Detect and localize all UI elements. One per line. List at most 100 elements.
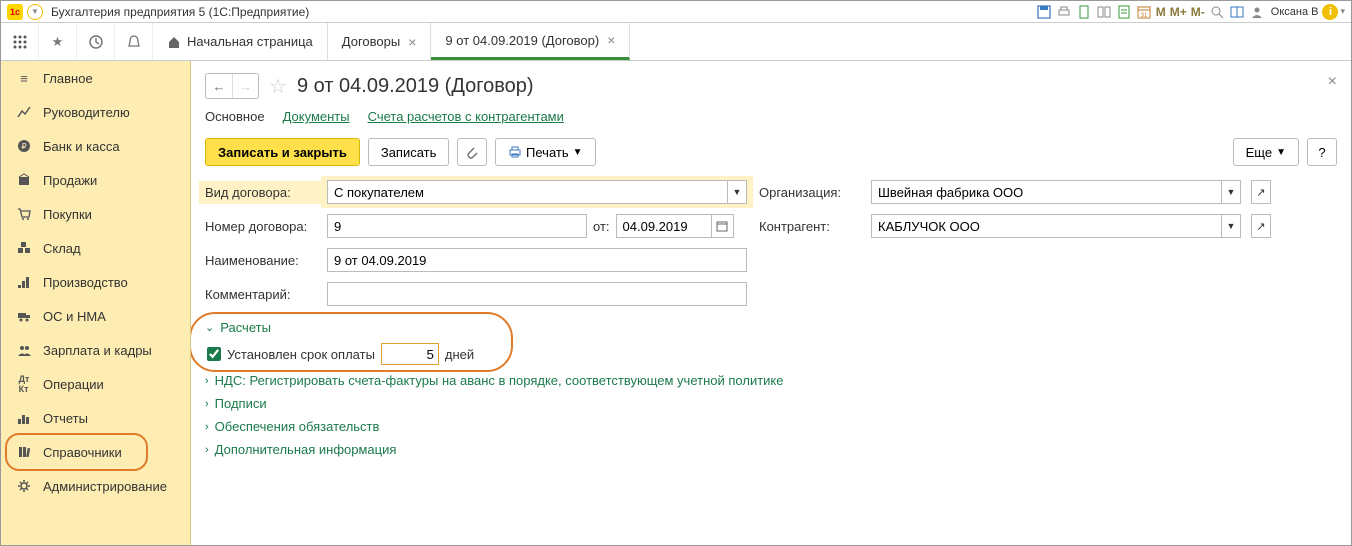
- organization-label: Организация:: [759, 185, 859, 200]
- contract-type-input[interactable]: [327, 180, 727, 204]
- sidebar-item-hr[interactable]: Зарплата и кадры: [1, 333, 190, 367]
- tab-contracts-label: Договоры: [342, 34, 400, 49]
- zoom-icon[interactable]: [1208, 4, 1226, 20]
- subnav: Основное Документы Счета расчетов с конт…: [205, 109, 1337, 124]
- attach-button[interactable]: [457, 138, 487, 166]
- contract-type-select[interactable]: ▼: [327, 180, 747, 204]
- section-signatures-header[interactable]: ›Подписи: [205, 396, 1337, 411]
- toolbar-print-icon[interactable]: [1055, 4, 1073, 20]
- save-button[interactable]: Записать: [368, 138, 450, 166]
- sidebar-item-main[interactable]: ≡Главное: [1, 61, 190, 95]
- subnav-accounts[interactable]: Счета расчетов с контрагентами: [368, 109, 564, 124]
- toolbar-save-icon[interactable]: [1035, 4, 1053, 20]
- sidebar-item-manager[interactable]: Руководителю: [1, 95, 190, 129]
- info-icon[interactable]: i: [1322, 4, 1338, 20]
- memory-mminus-button[interactable]: M-: [1189, 5, 1207, 19]
- comment-input[interactable]: [327, 282, 747, 306]
- section-addinfo-header[interactable]: ›Дополнительная информация: [205, 442, 1337, 457]
- navigation-sidebar: ≡Главное Руководителю ₽Банк и касса Прод…: [1, 61, 191, 545]
- chevron-down-icon[interactable]: ▼: [727, 180, 747, 204]
- days-suffix: дней: [445, 347, 474, 362]
- subnav-documents[interactable]: Документы: [283, 109, 350, 124]
- notifications-icon[interactable]: [115, 23, 153, 60]
- chevron-right-icon: ›: [205, 444, 209, 456]
- organization-select[interactable]: ▼: [871, 180, 1241, 204]
- history-icon[interactable]: [77, 23, 115, 60]
- name-label: Наименование:: [205, 253, 315, 268]
- toolbar-doc-icon[interactable]: [1075, 4, 1093, 20]
- tab-close-icon[interactable]: ×: [607, 32, 615, 48]
- toolbar-compare-icon[interactable]: [1095, 4, 1113, 20]
- chevron-down-icon: ⌄: [205, 321, 214, 334]
- current-user: Оксана В: [1271, 6, 1319, 18]
- sidebar-item-production[interactable]: Производство: [1, 265, 190, 299]
- tab-contracts[interactable]: Договоры ×: [328, 23, 432, 60]
- panel-toggle-icon[interactable]: [1228, 4, 1246, 20]
- chevron-down-icon[interactable]: ▼: [1221, 180, 1241, 204]
- sidebar-item-reports[interactable]: Отчеты: [1, 401, 190, 435]
- sidebar-item-catalogs[interactable]: Справочники: [1, 435, 190, 469]
- section-guarantees-header[interactable]: ›Обеспечения обязательств: [205, 419, 1337, 434]
- sidebar-item-purchases[interactable]: Покупки: [1, 197, 190, 231]
- memory-mplus-button[interactable]: M+: [1168, 5, 1189, 19]
- organization-input[interactable]: [871, 180, 1221, 204]
- app-menu-dropdown[interactable]: ▼: [27, 4, 43, 20]
- payment-term-checkbox[interactable]: [207, 347, 221, 361]
- boxes-icon: [15, 241, 33, 255]
- chart-up-icon: [15, 105, 33, 119]
- factory-icon: [15, 275, 33, 289]
- paperclip-icon: [465, 145, 479, 159]
- memory-m-button[interactable]: M: [1154, 5, 1168, 19]
- counterparty-input[interactable]: [871, 214, 1221, 238]
- svg-text:31: 31: [1140, 13, 1147, 19]
- section-additional-info: ›Дополнительная информация: [205, 442, 1337, 457]
- section-vat: ›НДС: Регистрировать счета-фактуры на ав…: [205, 373, 1337, 388]
- payment-days-input[interactable]: [381, 343, 439, 365]
- nav-forward-button[interactable]: →: [232, 74, 258, 98]
- people-icon: [15, 343, 33, 357]
- save-and-close-button[interactable]: Записать и закрыть: [205, 138, 360, 166]
- printer-icon: [508, 145, 522, 159]
- chevron-right-icon: ›: [205, 398, 209, 410]
- nav-back-button[interactable]: ←: [206, 74, 232, 98]
- section-vat-header[interactable]: ›НДС: Регистрировать счета-фактуры на ав…: [205, 373, 1337, 388]
- open-external-icon[interactable]: ↗: [1251, 180, 1271, 204]
- apps-grid-icon[interactable]: [1, 23, 39, 60]
- contract-date-input[interactable]: [616, 214, 712, 238]
- favorite-star-icon[interactable]: ☆: [269, 74, 287, 99]
- sidebar-item-admin[interactable]: Администрирование: [1, 469, 190, 503]
- svg-text:₽: ₽: [21, 142, 26, 151]
- close-form-icon[interactable]: ×: [1328, 73, 1337, 91]
- ruble-icon: ₽: [15, 139, 33, 153]
- sidebar-item-warehouse[interactable]: Склад: [1, 231, 190, 265]
- chevron-right-icon: ›: [205, 421, 209, 433]
- print-button[interactable]: Печать▼: [495, 138, 595, 166]
- name-input[interactable]: [327, 248, 747, 272]
- sidebar-item-sales[interactable]: Продажи: [1, 163, 190, 197]
- counterparty-label: Контрагент:: [759, 219, 859, 234]
- toolbar-calendar-icon[interactable]: 31: [1135, 4, 1153, 20]
- more-button[interactable]: Еще▼: [1233, 138, 1299, 166]
- help-button[interactable]: ?: [1307, 138, 1337, 166]
- section-guarantees: ›Обеспечения обязательств: [205, 419, 1337, 434]
- counterparty-select[interactable]: ▼: [871, 214, 1241, 238]
- user-icon: [1248, 4, 1266, 20]
- sidebar-item-assets[interactable]: ОС и НМА: [1, 299, 190, 333]
- app-logo-icon: 1c: [7, 4, 23, 20]
- tab-home[interactable]: Начальная страница: [153, 23, 328, 60]
- section-calculations-header[interactable]: ⌄Расчеты: [205, 320, 1337, 335]
- tab-current-contract[interactable]: 9 от 04.09.2019 (Договор) ×: [431, 23, 630, 60]
- subnav-main[interactable]: Основное: [205, 109, 265, 124]
- toolbar-calc-icon[interactable]: [1115, 4, 1133, 20]
- chevron-right-icon: ›: [205, 375, 209, 387]
- chevron-down-icon[interactable]: ▼: [1221, 214, 1241, 238]
- content-area: × ← → ☆ 9 от 04.09.2019 (Договор) Основн…: [191, 61, 1351, 545]
- sidebar-item-operations[interactable]: ДтКтОперации: [1, 367, 190, 401]
- sidebar-item-bank[interactable]: ₽Банк и касса: [1, 129, 190, 163]
- tab-home-label: Начальная страница: [187, 34, 313, 49]
- contract-number-input[interactable]: [327, 214, 587, 238]
- calendar-icon[interactable]: [712, 214, 734, 238]
- favorites-icon[interactable]: ★: [39, 23, 77, 60]
- tab-close-icon[interactable]: ×: [408, 34, 416, 50]
- open-external-icon[interactable]: ↗: [1251, 214, 1271, 238]
